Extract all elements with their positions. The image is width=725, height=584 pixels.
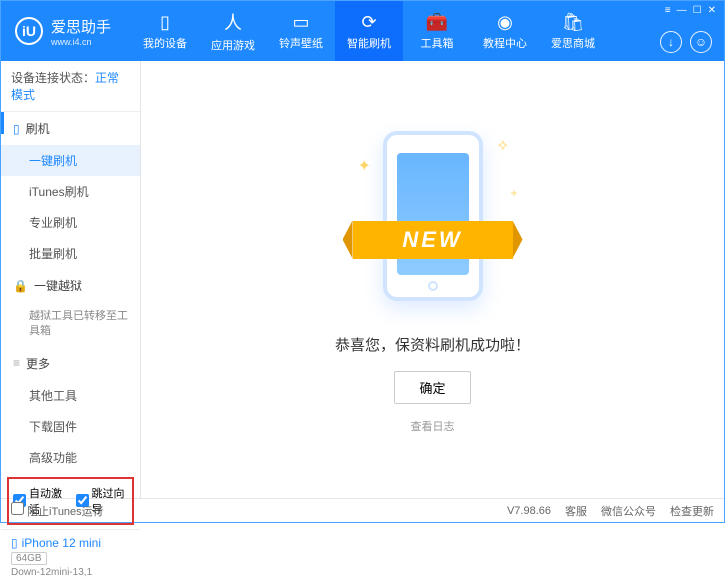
nav-tutorials[interactable]: ◉教程中心 (471, 1, 539, 61)
nav-smart-flash[interactable]: ⟳智能刷机 (335, 1, 403, 61)
lock-icon: 🔒 (13, 279, 28, 293)
download-icon[interactable]: ↓ (660, 31, 682, 53)
nav-store[interactable]: 🛍爱思商城 (539, 1, 607, 61)
toolbox-icon: 🧰 (426, 12, 448, 33)
sidebar-item-pro-flash[interactable]: 专业刷机 (1, 207, 140, 238)
window-controls: ≡ — ☐ ✕ (665, 5, 716, 16)
device-info[interactable]: ▯iPhone 12 mini 64GB Down-12mini-13,1 (1, 529, 140, 584)
sparkle-icon: ✦ (358, 156, 371, 176)
phone-small-icon: ▯ (13, 122, 20, 136)
sidebar-item-download-fw[interactable]: 下载固件 (1, 411, 140, 442)
phone-illustration: ✦ ✧ + NEW (368, 126, 498, 316)
sparkle-icon: + (510, 186, 517, 200)
app-name: 爱思助手 (51, 16, 111, 37)
new-ribbon: NEW (353, 221, 513, 259)
section-jailbreak[interactable]: 🔒 一键越狱 (1, 269, 140, 302)
section-more[interactable]: ≡ 更多 (1, 347, 140, 380)
sidebar-item-batch-flash[interactable]: 批量刷机 (1, 238, 140, 269)
sidebar-item-other-tools[interactable]: 其他工具 (1, 380, 140, 411)
nav-apps[interactable]: 人应用游戏 (199, 1, 267, 61)
sidebar-item-advanced[interactable]: 高级功能 (1, 442, 140, 473)
sparkle-icon: ✧ (496, 136, 509, 156)
more-icon: ≡ (13, 356, 20, 370)
phone-icon: ▯ (160, 12, 170, 33)
sidebar: 设备连接状态：正常模式 ▯ 刷机 一键刷机 iTunes刷机 专业刷机 批量刷机… (1, 61, 141, 498)
wallpaper-icon: ▭ (292, 12, 309, 33)
minimize-icon[interactable]: — (677, 5, 687, 16)
check-update-link[interactable]: 检查更新 (670, 503, 714, 519)
device-firmware: Down-12mini-13,1 (11, 567, 130, 578)
maximize-icon[interactable]: ☐ (693, 5, 702, 16)
logo-area: iU 爱思助手 www.i4.cn (1, 16, 131, 47)
success-message: 恭喜您，保资料刷机成功啦！ (335, 334, 530, 355)
device-capacity: 64GB (11, 552, 47, 565)
menu-icon[interactable]: ≡ (665, 5, 671, 16)
app-url: www.i4.cn (51, 37, 111, 47)
close-icon[interactable]: ✕ (708, 5, 716, 16)
confirm-button[interactable]: 确定 (394, 371, 470, 404)
version-label: V7.98.66 (507, 505, 551, 517)
phone-tiny-icon: ▯ (11, 536, 18, 550)
device-status: 设备连接状态：正常模式 (1, 61, 140, 112)
section-flash[interactable]: ▯ 刷机 (1, 112, 140, 145)
sidebar-item-itunes-flash[interactable]: iTunes刷机 (1, 176, 140, 207)
title-bar: iU 爱思助手 www.i4.cn ▯我的设备 人应用游戏 ▭铃声壁纸 ⟳智能刷… (1, 1, 724, 61)
view-log-link[interactable]: 查看日志 (411, 418, 455, 434)
store-icon: 🛍 (562, 12, 585, 33)
user-icon[interactable]: ☺ (690, 31, 712, 53)
wechat-link[interactable]: 微信公众号 (601, 503, 656, 519)
checkbox-block-itunes[interactable]: 阻止iTunes运行 (11, 502, 104, 519)
app-logo-icon: iU (15, 17, 43, 45)
main-content: ✦ ✧ + NEW 恭喜您，保资料刷机成功啦！ 确定 查看日志 (141, 61, 724, 498)
apps-icon: 人 (224, 9, 242, 35)
jailbreak-note: 越狱工具已转移至工具箱 (1, 302, 140, 347)
nav-my-device[interactable]: ▯我的设备 (131, 1, 199, 61)
customer-service-link[interactable]: 客服 (565, 503, 587, 519)
nav-ringtones[interactable]: ▭铃声壁纸 (267, 1, 335, 61)
flash-icon: ⟳ (361, 12, 376, 33)
sidebar-item-oneclick-flash[interactable]: 一键刷机 (1, 145, 140, 176)
main-nav: ▯我的设备 人应用游戏 ▭铃声壁纸 ⟳智能刷机 🧰工具箱 ◉教程中心 🛍爱思商城 (131, 1, 607, 61)
tutorial-icon: ◉ (497, 12, 513, 33)
nav-toolbox[interactable]: 🧰工具箱 (403, 1, 471, 61)
